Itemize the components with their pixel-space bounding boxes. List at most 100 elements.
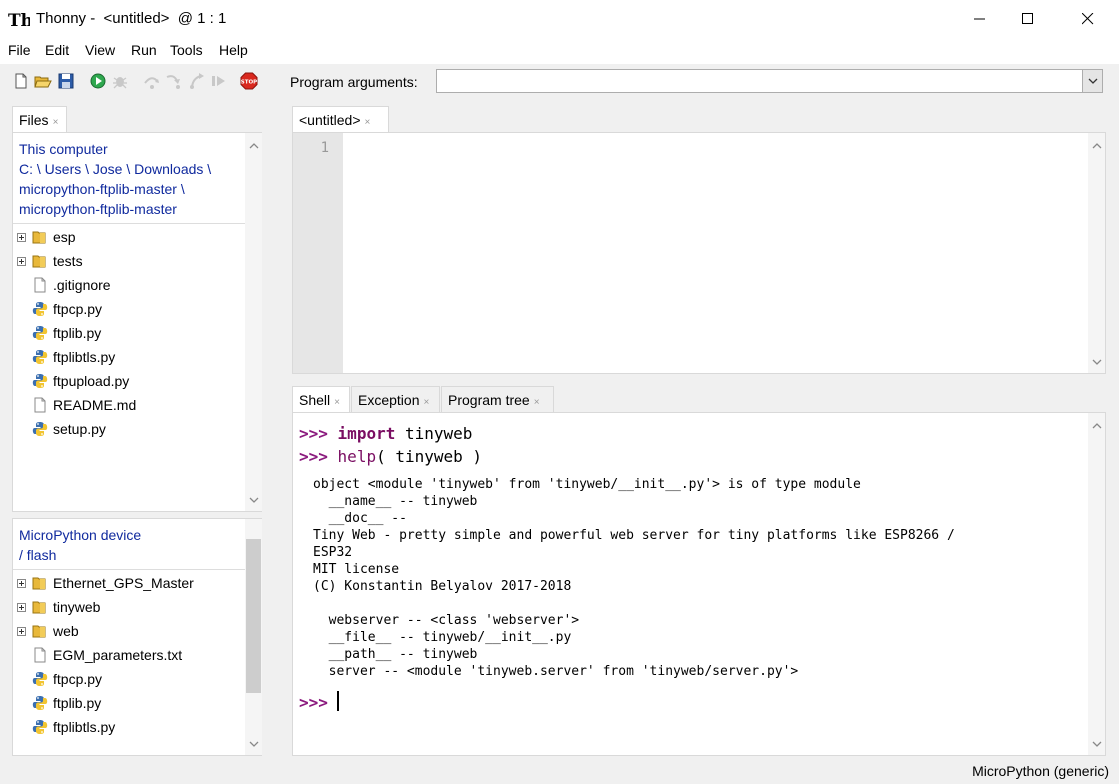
- scroll-up-icon[interactable]: [1088, 417, 1105, 434]
- scroll-down-icon[interactable]: [245, 735, 262, 752]
- expand-icon[interactable]: [17, 602, 26, 612]
- computer-path-line-1[interactable]: C: \ Users \ Jose \ Downloads \: [19, 159, 211, 179]
- title-bar: Th Thonny - <untitled> @ 1 : 1: [0, 0, 1119, 38]
- scroll-up-icon[interactable]: [245, 137, 262, 154]
- device-file-tree: Ethernet_GPS_Master tinyweb web EGM_paramet…: [13, 571, 245, 755]
- step-into-icon[interactable]: [165, 72, 183, 90]
- debug-icon[interactable]: [111, 72, 129, 90]
- interpreter-status[interactable]: MicroPython (generic): [972, 763, 1109, 779]
- close-tab-icon[interactable]: ×: [365, 117, 371, 128]
- menu-bar: File Edit View Run Tools Help: [0, 38, 1119, 64]
- run-icon[interactable]: [89, 72, 107, 90]
- close-tab-icon[interactable]: ×: [534, 397, 540, 408]
- folder-row[interactable]: tests: [13, 249, 253, 273]
- scroll-down-icon[interactable]: [245, 491, 262, 508]
- tree-item-label: tinyweb: [53, 599, 101, 615]
- computer-scrollbar[interactable]: [245, 133, 262, 511]
- shell-prompt: >>>: [299, 424, 328, 443]
- tab-program-tree[interactable]: Program tree ×: [441, 386, 554, 412]
- tab-shell[interactable]: Shell ×: [292, 386, 350, 412]
- file-row[interactable]: .gitignore: [13, 273, 253, 297]
- tab-exception[interactable]: Exception ×: [351, 386, 440, 412]
- new-file-icon[interactable]: [12, 72, 30, 90]
- expand-icon[interactable]: [17, 232, 26, 242]
- editor-scrollbar[interactable]: [1088, 133, 1105, 373]
- file-row[interactable]: EGM_parameters.txt: [13, 643, 253, 667]
- close-button[interactable]: [1065, 0, 1111, 38]
- resume-icon[interactable]: [210, 72, 228, 90]
- expand-icon[interactable]: [17, 256, 26, 266]
- close-tab-icon[interactable]: ×: [53, 117, 59, 128]
- computer-path-line-3[interactable]: micropython-ftplib-master: [19, 199, 177, 219]
- step-out-icon[interactable]: [188, 72, 206, 90]
- device-path[interactable]: / flash: [19, 545, 56, 565]
- computer-file-tree: esp tests .gitignore ftpcp.py ftplib.py ftpli…: [13, 225, 245, 505]
- scroll-down-icon[interactable]: [1088, 735, 1105, 752]
- svg-text:STOP: STOP: [241, 80, 257, 86]
- shell-panel[interactable]: >>> import tinyweb >>> help( tinyweb ) o…: [292, 412, 1106, 756]
- tree-item-label: ftpupload.py: [53, 373, 130, 389]
- python-file-icon: [32, 696, 48, 710]
- title-separator: -: [86, 10, 104, 27]
- save-icon[interactable]: [57, 72, 75, 90]
- menu-run[interactable]: Run: [131, 42, 157, 58]
- menu-view[interactable]: View: [85, 42, 115, 58]
- tree-item-label: ftpcp.py: [53, 301, 103, 317]
- menu-tools[interactable]: Tools: [170, 42, 203, 58]
- maximize-button[interactable]: [1005, 0, 1051, 38]
- computer-path-line-2[interactable]: micropython-ftplib-master \: [19, 179, 185, 199]
- shell-scrollbar[interactable]: [1088, 413, 1105, 755]
- menu-help[interactable]: Help: [219, 42, 248, 58]
- tree-item-label: tests: [53, 253, 83, 269]
- file-row[interactable]: ftplibtls.py: [13, 345, 253, 369]
- folder-icon: [32, 577, 46, 590]
- close-tab-icon[interactable]: ×: [334, 397, 340, 408]
- stop-icon[interactable]: STOP: [240, 72, 258, 90]
- menu-edit[interactable]: Edit: [45, 42, 69, 58]
- title-cursor-position: @ 1 : 1: [177, 10, 227, 27]
- tab-untitled[interactable]: <untitled> ×: [292, 106, 389, 132]
- this-computer-heading[interactable]: This computer: [19, 139, 108, 159]
- file-row[interactable]: ftpcp.py: [13, 667, 253, 691]
- close-tab-icon[interactable]: ×: [423, 397, 429, 408]
- maximize-icon: [1022, 13, 1033, 24]
- title-doc-name: <untitled>: [103, 10, 170, 27]
- scroll-thumb[interactable]: [246, 539, 261, 693]
- folder-icon: [32, 625, 46, 638]
- file-row[interactable]: ftpupload.py: [13, 369, 253, 393]
- app-name: Thonny: [36, 10, 87, 27]
- file-row[interactable]: ftplib.py: [13, 321, 253, 345]
- menu-file[interactable]: File: [8, 42, 31, 58]
- close-icon: [1082, 13, 1094, 25]
- device-heading[interactable]: MicroPython device: [19, 525, 141, 545]
- folder-icon: [32, 255, 46, 268]
- open-file-icon[interactable]: [34, 72, 52, 90]
- file-row[interactable]: ftplibtls.py: [13, 715, 253, 739]
- program-arguments-label: Program arguments:: [290, 74, 418, 90]
- folder-row[interactable]: web: [13, 619, 253, 643]
- line-number: 1: [320, 140, 329, 156]
- file-row[interactable]: README.md: [13, 393, 253, 417]
- minimize-button[interactable]: [957, 0, 1003, 38]
- python-file-icon: [32, 374, 48, 388]
- program-arguments-input[interactable]: [436, 69, 1103, 93]
- folder-row[interactable]: tinyweb: [13, 595, 253, 619]
- expand-icon[interactable]: [17, 578, 26, 588]
- file-row[interactable]: ftpcp.py: [13, 297, 253, 321]
- tab-files[interactable]: Files ×: [12, 106, 67, 132]
- file-row[interactable]: ftplib.py: [13, 691, 253, 715]
- shell-input-line: >>> import tinyweb: [299, 424, 472, 443]
- program-arguments-dropdown[interactable]: [1082, 70, 1102, 92]
- file-row[interactable]: setup.py: [13, 417, 253, 441]
- shell-current-prompt[interactable]: >>>: [299, 693, 328, 712]
- step-over-icon[interactable]: [143, 72, 161, 90]
- scroll-down-icon[interactable]: [1088, 353, 1105, 370]
- device-scrollbar[interactable]: [245, 519, 262, 755]
- folder-row[interactable]: Ethernet_GPS_Master: [13, 571, 253, 595]
- code-editor[interactable]: 1: [292, 132, 1106, 374]
- expand-icon[interactable]: [17, 626, 26, 636]
- keyword-import: import: [337, 424, 396, 443]
- scroll-up-icon[interactable]: [1088, 137, 1105, 154]
- folder-row[interactable]: esp: [13, 225, 253, 249]
- tab-untitled-label: <untitled>: [299, 112, 361, 128]
